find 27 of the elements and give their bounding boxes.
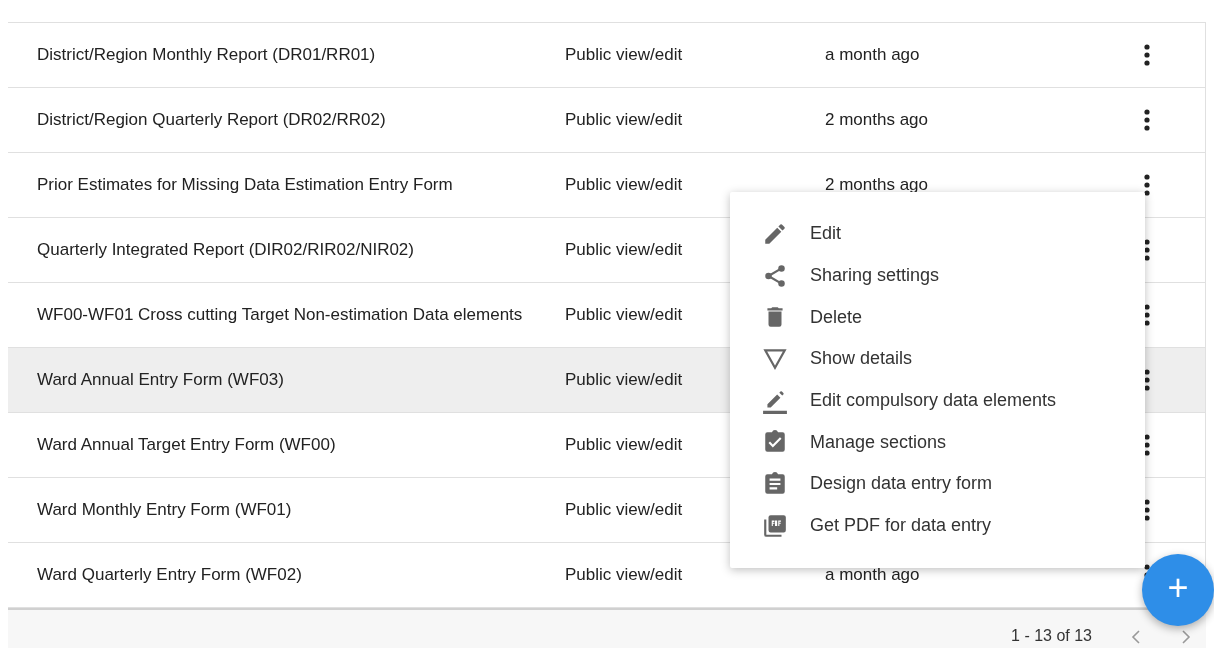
table-cell: a month ago <box>825 45 920 65</box>
menu-item[interactable]: Delete <box>730 296 1145 339</box>
table-cell: District/Region Quarterly Report (DR02/RR02) <box>37 110 386 130</box>
table-cell: Public view/edit <box>565 500 683 520</box>
table-cell: Public view/edit <box>565 370 683 390</box>
table-cell: Ward Annual Entry Form (WF03) <box>37 370 284 390</box>
table-cell: Prior Estimates for Missing Data Estimation Entry Form <box>37 175 453 195</box>
table-row[interactable]: District/Region Quarterly Report (DR02/RR02) Public view/edit 2 months ago <box>8 88 1205 153</box>
table-cell: 2 months ago <box>825 110 928 130</box>
table-cell: Public view/edit <box>565 110 683 130</box>
table-row[interactable]: District/Region Monthly Report (DR01/RR01) Public view/edit a month ago <box>8 23 1205 88</box>
table-cell: Public view/edit <box>565 435 683 455</box>
table-cell: Ward Quarterly Entry Form (WF02) <box>37 565 302 585</box>
table-cell: 2 months ago <box>825 175 928 195</box>
table-cell: Public view/edit <box>565 240 683 260</box>
table-cell: WF00-WF01 Cross cutting Target Non-estimation Data elements <box>37 305 523 325</box>
table-cell: Public view/edit <box>565 565 683 585</box>
table-cell: Ward Monthly Entry Form (WF01) <box>37 500 292 520</box>
table-cell: Ward Annual Target Entry Form (WF00) <box>37 435 336 455</box>
pagination-range: 1 - 13 of 13 <box>1011 626 1092 646</box>
table-cell: Public view/edit <box>565 175 683 195</box>
table-cell: Public view/edit <box>565 45 683 65</box>
table-cell: a month ago <box>825 565 920 585</box>
table-cell: Public view/edit <box>565 305 683 325</box>
menu-item[interactable]: Manage sections <box>730 421 1145 464</box>
table-cell: District/Region Monthly Report (DR01/RR01) <box>37 45 376 65</box>
table-cell: Quarterly Integrated Report (DIR02/RIR02/NIR02) <box>37 240 414 260</box>
